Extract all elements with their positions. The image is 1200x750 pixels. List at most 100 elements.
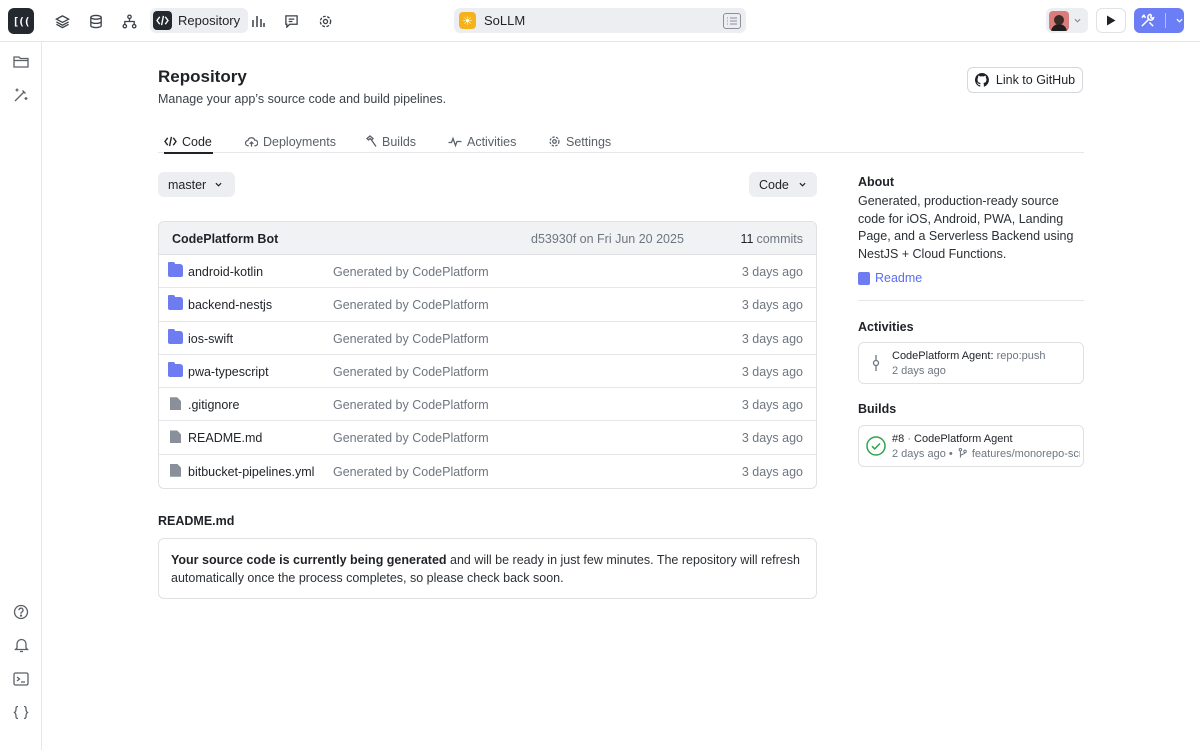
latest-commit-header: CodePlatform Bot d53930f on Fri Jun 20 2… [159,222,816,255]
commit-message[interactable]: Generated by CodePlatform [333,332,489,346]
pulse-icon [448,136,462,147]
commit-time: 3 days ago [741,364,803,379]
gear-icon [549,136,560,147]
check-circle-icon [866,436,886,456]
code-button-label: Code [759,177,789,192]
activity-time: 2 days ago [892,365,946,377]
table-row[interactable]: backend-nestjs Generated by CodePlatform… [159,288,816,322]
run-button[interactable] [1096,8,1126,33]
commit-count[interactable]: 11 commits [740,232,803,246]
code-dropdown-button[interactable]: Code [749,172,817,197]
bar-chart-icon[interactable] [247,10,269,32]
file-table: CodePlatform Bot d53930f on Fri Jun 20 2… [158,221,817,490]
about-description: Generated, production-ready source code … [858,194,1074,261]
file-name[interactable]: pwa-typescript [188,365,269,379]
folder-icon [168,328,183,344]
commit-author[interactable]: CodePlatform Bot [172,232,278,246]
braces-icon[interactable] [10,701,32,723]
magic-wand-icon[interactable] [10,84,32,106]
code-icon [164,136,177,147]
build-branch: features/monorepo-scri… [971,448,1080,460]
commit-message[interactable]: Generated by CodePlatform [333,431,489,445]
readme-link[interactable]: Readme [858,271,922,285]
commit-info[interactable]: d53930f on Fri Jun 20 2025 [531,232,684,246]
folder-icon [168,295,183,311]
table-row[interactable]: bitbucket-pipelines.yml Generated by Cod… [159,455,816,488]
commit-time: 3 days ago [741,398,803,413]
file-name[interactable]: README.md [188,431,262,445]
github-button-label: Link to GitHub [995,73,1076,87]
chat-icon[interactable] [280,10,302,32]
link-to-github-button[interactable]: Link to GitHub [967,67,1083,93]
tab-activities[interactable]: Activities [448,130,516,153]
commit-message[interactable]: Generated by CodePlatform [333,365,489,379]
commit-message[interactable]: Generated by CodePlatform [333,265,489,279]
about-heading: About [858,175,895,189]
terminal-icon[interactable] [10,668,32,690]
file-icon [170,430,181,444]
commit-time: 3 days ago [741,265,803,279]
build-card[interactable]: #8 · CodePlatform Agent 2 days ago • fea… [858,425,1084,467]
activity-action: repo:push [996,350,1046,362]
file-name[interactable]: bitbucket-pipelines.yml [188,465,314,479]
table-row[interactable]: README.md Generated by CodePlatform 3 da… [159,421,816,455]
repository-tabs: Code Deployments Builds Activities Setti… [158,128,1084,154]
table-row[interactable]: ios-swift Generated by CodePlatform 3 da… [159,322,816,355]
table-row[interactable]: android-kotlin Generated by CodePlatform… [159,255,816,289]
user-menu-button[interactable] [1046,8,1088,33]
activity-card[interactable]: CodePlatform Agent: repo:push 2 days ago [858,342,1084,384]
tab-settings[interactable]: Settings [548,130,611,153]
builds-heading: Builds [858,402,897,416]
database-icon[interactable] [85,10,107,32]
branch-selector[interactable]: master [158,172,235,197]
chevron-down-icon [799,182,806,187]
file-name[interactable]: android-kotlin [188,265,263,279]
commit-time: 3 days ago [741,464,803,479]
commit-time: 3 days ago [741,431,803,446]
readme-bold-text: Your source code is currently being gene… [171,553,447,567]
help-icon[interactable] [10,601,32,623]
hierarchy-icon[interactable] [118,10,140,32]
file-name[interactable]: .gitignore [188,398,239,412]
tab-deployments[interactable]: Deployments [245,130,336,153]
gear-icon[interactable] [314,10,336,32]
repository-nav-button[interactable]: Repository [150,8,249,33]
hammer-icon [366,135,377,147]
readme-link-label: Readme [875,271,923,285]
file-name[interactable]: backend-nestjs [188,298,272,312]
avatar [1049,10,1069,31]
build-tools-button[interactable] [1134,8,1184,33]
tab-label: Deployments [263,134,336,149]
chevron-down-icon[interactable] [1176,18,1183,23]
sidebar [0,42,42,750]
bell-icon[interactable] [10,634,32,656]
table-row[interactable]: pwa-typescript Generated by CodePlatform… [159,355,816,389]
branch-icon [958,448,967,458]
activities-heading: Activities [858,320,914,334]
repository-nav-label: Repository [178,13,241,28]
table-row[interactable]: .gitignore Generated by CodePlatform 3 d… [159,388,816,422]
project-switcher[interactable]: ☀ SoLLM [454,8,746,33]
code-icon [153,11,172,30]
commit-message[interactable]: Generated by CodePlatform [333,298,489,312]
activity-actor: CodePlatform Agent: [892,350,994,362]
build-agent: CodePlatform Agent [914,433,1013,445]
tab-builds[interactable]: Builds [365,130,416,153]
build-time: 2 days ago • [892,448,953,460]
file-icon [170,397,181,411]
layers-icon[interactable] [51,10,73,32]
app-logo[interactable]: [(( [8,8,34,34]
folder-icon[interactable] [10,51,32,73]
chevron-down-icon [1074,18,1081,23]
tab-label: Builds [382,134,417,149]
commit-time: 3 days ago [741,331,803,346]
branch-name: master [168,177,207,192]
file-name[interactable]: ios-swift [188,332,233,346]
commit-message[interactable]: Generated by CodePlatform [333,398,489,412]
commit-count-number: 11 [740,232,754,246]
tab-code[interactable]: Code [164,130,213,154]
commit-count-label: commits [756,232,803,246]
list-icon[interactable] [723,12,741,29]
commit-message[interactable]: Generated by CodePlatform [333,465,489,479]
project-name: SoLLM [484,13,526,28]
